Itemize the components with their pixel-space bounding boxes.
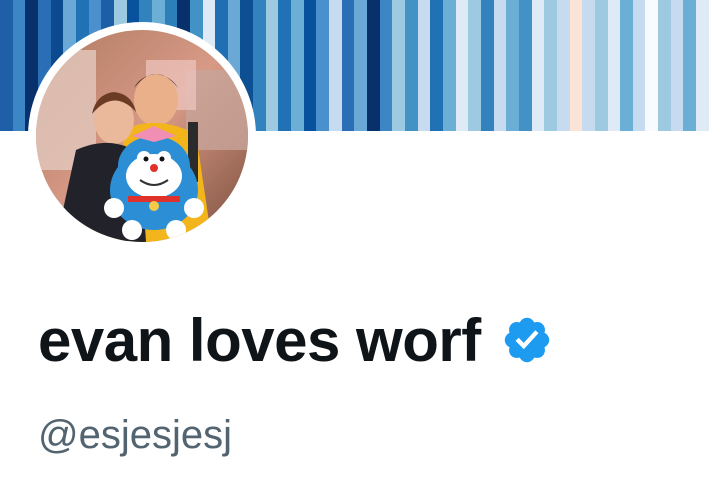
banner-stripe — [278, 0, 292, 131]
banner-stripe — [506, 0, 519, 131]
banner-stripe — [632, 0, 646, 131]
banner-stripe — [0, 0, 13, 131]
banner-stripe — [265, 0, 279, 131]
banner-stripe — [620, 0, 633, 131]
banner-stripe — [12, 0, 26, 131]
banner-stripe — [430, 0, 443, 131]
banner-stripe — [594, 0, 608, 131]
banner-stripe — [367, 0, 380, 131]
banner-stripe — [392, 0, 405, 131]
banner-stripe — [329, 0, 342, 131]
banner-stripe — [556, 0, 570, 131]
banner-stripe — [683, 0, 697, 131]
banner-stripe — [442, 0, 456, 131]
banner-stripe — [531, 0, 545, 131]
banner-stripe — [645, 0, 659, 131]
banner-stripe — [607, 0, 621, 131]
banner-stripe — [253, 0, 266, 131]
banner-stripe — [291, 0, 304, 131]
banner-stripe — [696, 0, 709, 131]
display-name: evan loves worf — [38, 306, 481, 374]
avatar-image — [36, 30, 248, 242]
banner-stripe — [341, 0, 355, 131]
profile-name-row: evan loves worf — [38, 300, 553, 380]
banner-stripe — [670, 0, 684, 131]
banner-stripe — [518, 0, 532, 131]
profile-handle: @esjesjesj — [38, 413, 233, 457]
banner-stripe — [316, 0, 330, 131]
banner-stripe — [544, 0, 557, 131]
verified-badge-icon[interactable] — [501, 314, 553, 366]
avatar[interactable] — [28, 22, 256, 250]
banner-stripe — [493, 0, 507, 131]
avatar-photo[interactable] — [36, 30, 248, 242]
banner-stripe — [480, 0, 494, 131]
banner-stripe — [417, 0, 431, 131]
banner-stripe — [354, 0, 368, 131]
banner-stripe — [379, 0, 393, 131]
banner-stripe — [455, 0, 469, 131]
banner-stripe — [658, 0, 671, 131]
banner-stripe — [582, 0, 595, 131]
banner-stripe — [303, 0, 317, 131]
banner-stripe — [569, 0, 583, 131]
banner-stripe — [468, 0, 481, 131]
banner-stripe — [405, 0, 418, 131]
